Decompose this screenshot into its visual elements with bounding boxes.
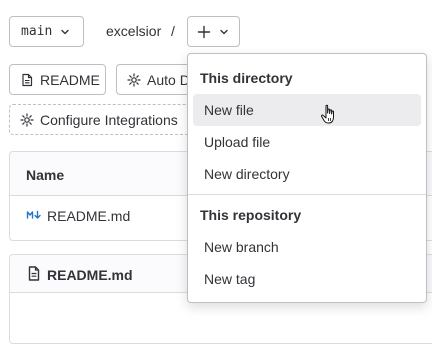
readme-button-label: README	[40, 71, 100, 88]
menu-item-new-branch[interactable]: New branch	[193, 231, 421, 263]
branch-label: main	[21, 24, 53, 39]
menu-item-new-tag[interactable]: New tag	[193, 263, 421, 295]
chevron-down-icon	[60, 27, 70, 37]
add-dropdown-toggle[interactable]	[187, 16, 240, 47]
readme-panel-title-row: README.md	[27, 266, 133, 284]
configure-integrations-button[interactable]: Configure Integrations	[9, 104, 199, 135]
add-dropdown-menu: This directory New file Upload file New …	[187, 53, 427, 303]
hand-cursor-icon	[320, 104, 338, 126]
menu-item-label: New branch	[204, 239, 279, 255]
table-row[interactable]: README.md	[26, 208, 130, 224]
plus-icon	[197, 25, 211, 39]
file-icon	[20, 73, 34, 87]
auto-devops-label: Auto D	[147, 71, 190, 88]
menu-item-label: New file	[204, 102, 254, 118]
readme-panel-title: README.md	[47, 267, 133, 283]
menu-item-label: New directory	[204, 166, 290, 182]
menu-item-upload-file[interactable]: Upload file	[193, 126, 421, 158]
chevron-down-icon	[219, 27, 229, 37]
branch-selector[interactable]: main	[9, 16, 84, 47]
menu-item-label: Upload file	[204, 134, 271, 150]
readme-button[interactable]: README	[9, 64, 106, 95]
gear-icon	[127, 72, 141, 87]
gear-icon	[20, 112, 34, 127]
markdown-icon	[26, 208, 42, 224]
repo-breadcrumb-link[interactable]: excelsior	[106, 23, 161, 39]
section-header-this-repository: This repository	[200, 207, 302, 223]
menu-divider	[188, 194, 426, 195]
file-name-link[interactable]: README.md	[47, 208, 130, 224]
menu-item-new-file[interactable]: New file	[193, 94, 421, 126]
configure-integrations-label: Configure Integrations	[40, 111, 178, 128]
section-header-this-directory: This directory	[200, 70, 293, 86]
column-header-name: Name	[26, 167, 65, 183]
menu-item-label: New tag	[204, 271, 256, 287]
menu-item-new-directory[interactable]: New directory	[193, 158, 421, 190]
file-icon	[27, 266, 41, 284]
breadcrumb-separator: /	[171, 23, 175, 39]
